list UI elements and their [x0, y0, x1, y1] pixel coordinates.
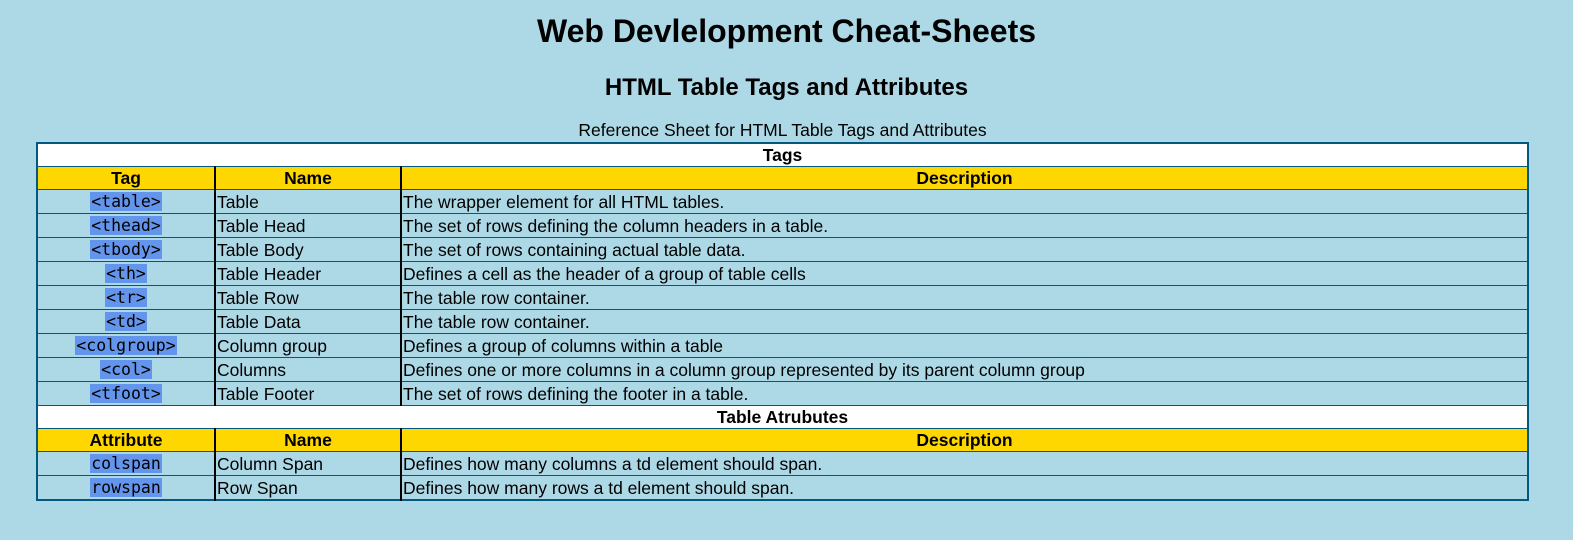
description-cell: The set of rows defining the footer in a…	[400, 381, 1529, 406]
description-cell: Defines a cell as the header of a group …	[400, 261, 1529, 286]
tag-code: <tbody>	[90, 240, 162, 259]
name-cell: Column Span	[214, 451, 402, 476]
attribute-code: colspan	[90, 454, 162, 473]
tag-code: <colgroup>	[75, 336, 177, 355]
column-header-name: Name	[214, 428, 402, 452]
description-cell: Defines how many rows a td element shoul…	[400, 475, 1529, 501]
table-row: <tbody> Table Body The set of rows conta…	[36, 237, 1529, 262]
description-cell: The wrapper element for all HTML tables.	[400, 189, 1529, 214]
name-cell: Column group	[214, 333, 402, 358]
table-row: <tr> Table Row The table row container.	[36, 285, 1529, 310]
name-cell: Table Data	[214, 309, 402, 334]
tag-code: <thead>	[90, 216, 162, 235]
table-row: <tfoot> Table Footer The set of rows def…	[36, 381, 1529, 406]
table-row: <colgroup> Column group Defines a group …	[36, 333, 1529, 358]
tag-cell: <thead>	[36, 213, 216, 238]
description-cell: Defines a group of columns within a tabl…	[400, 333, 1529, 358]
attributes-header-row: Attribute Name Description	[36, 428, 1529, 452]
tag-code: <th>	[105, 264, 147, 283]
tag-code: <col>	[100, 360, 152, 379]
table-row: <td> Table Data The table row container.	[36, 309, 1529, 334]
description-cell: The set of rows defining the column head…	[400, 213, 1529, 238]
tags-section-row: Tags	[36, 142, 1529, 167]
description-cell: The set of rows containing actual table …	[400, 237, 1529, 262]
tag-code: <tr>	[105, 288, 147, 307]
description-cell: The table row container.	[400, 285, 1529, 310]
table-caption: Reference Sheet for HTML Table Tags and …	[578, 120, 987, 140]
name-cell: Table Footer	[214, 381, 402, 406]
table-row: <th> Table Header Defines a cell as the …	[36, 261, 1529, 286]
tag-code: <td>	[105, 312, 147, 331]
tag-cell: <td>	[36, 309, 216, 334]
description-cell: Defines one or more columns in a column …	[400, 357, 1529, 382]
name-cell: Table Row	[214, 285, 402, 310]
attributes-section-title: Table Atrubutes	[36, 405, 1529, 429]
page-subtitle: HTML Table Tags and Attributes	[604, 74, 969, 101]
column-header-attribute: Attribute	[36, 428, 216, 452]
table-row: <table> Table The wrapper element for al…	[36, 189, 1529, 214]
column-header-name: Name	[214, 166, 402, 190]
tag-cell: <colgroup>	[36, 333, 216, 358]
description-cell: The table row container.	[400, 309, 1529, 334]
tag-cell: <table>	[36, 189, 216, 214]
name-cell: Row Span	[214, 475, 402, 501]
attribute-code: rowspan	[90, 478, 162, 497]
table-row: <thead> Table Head The set of rows defin…	[36, 213, 1529, 238]
name-cell: Table	[214, 189, 402, 214]
tag-cell: <th>	[36, 261, 216, 286]
table-row: <col> Columns Defines one or more column…	[36, 357, 1529, 382]
tag-cell: <col>	[36, 357, 216, 382]
column-header-tag: Tag	[36, 166, 216, 190]
tags-header-row: Tag Name Description	[36, 166, 1529, 190]
column-header-description: Description	[400, 166, 1529, 190]
description-cell: Defines how many columns a td element sh…	[400, 451, 1529, 476]
cheat-sheet-table: Reference Sheet for HTML Table Tags and …	[36, 119, 1529, 501]
table-row: rowspan Row Span Defines how many rows a…	[36, 475, 1529, 501]
tag-code: <tfoot>	[90, 384, 162, 403]
attribute-cell: rowspan	[36, 475, 216, 501]
name-cell: Table Header	[214, 261, 402, 286]
attribute-cell: colspan	[36, 451, 216, 476]
name-cell: Table Body	[214, 237, 402, 262]
name-cell: Table Head	[214, 213, 402, 238]
tag-code: <table>	[90, 192, 162, 211]
tag-cell: <tbody>	[36, 237, 216, 262]
name-cell: Columns	[214, 357, 402, 382]
tags-section-title: Tags	[36, 142, 1529, 167]
column-header-description: Description	[400, 428, 1529, 452]
attributes-section-row: Table Atrubutes	[36, 405, 1529, 429]
table-row: colspan Column Span Defines how many col…	[36, 451, 1529, 476]
page-title: Web Devlelopment Cheat-Sheets	[536, 13, 1037, 49]
tag-cell: <tr>	[36, 285, 216, 310]
tag-cell: <tfoot>	[36, 381, 216, 406]
